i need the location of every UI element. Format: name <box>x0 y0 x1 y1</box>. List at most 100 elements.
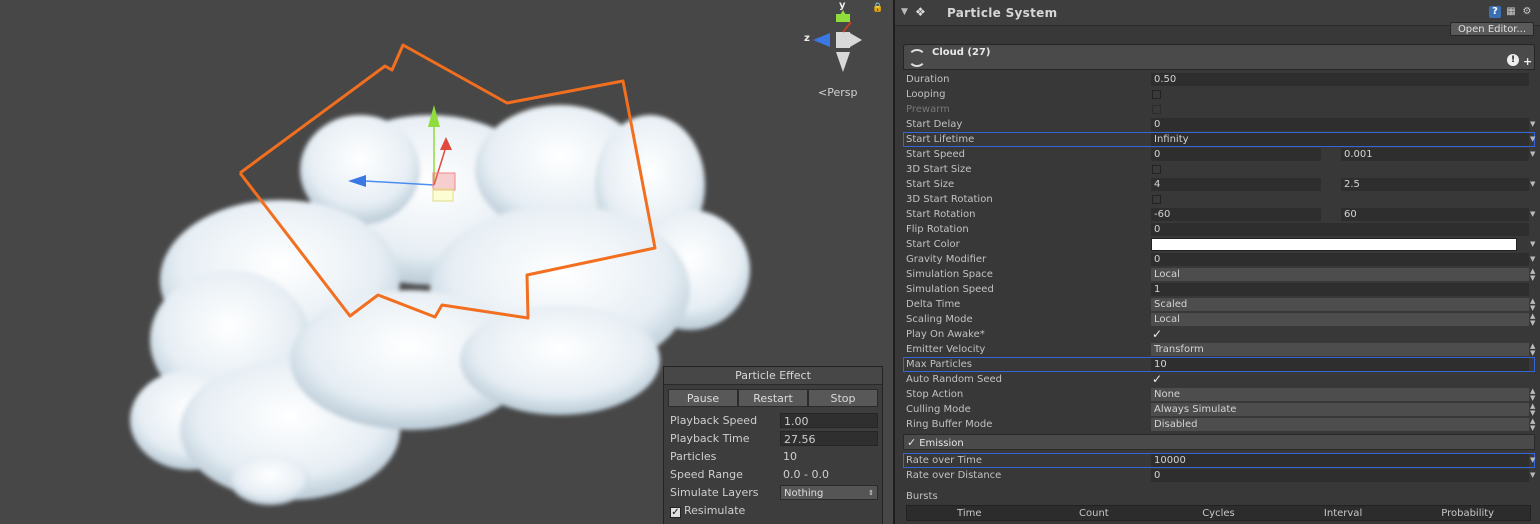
prop-label: Scaling Mode <box>906 314 973 325</box>
prop-prewarm: Prewarm <box>903 102 1535 117</box>
prop-label: Stop Action <box>906 389 964 400</box>
emitter-velocity-dropdown[interactable]: Transform <box>1151 343 1529 356</box>
prop-emitter-velocity: Emitter Velocity Transform ▲ ▼ <box>903 342 1535 357</box>
prop-3d-start-size: 3D Start Size <box>903 162 1535 177</box>
start-size-min-field[interactable]: 4 <box>1151 178 1321 191</box>
simulate-layers-dropdown[interactable]: Nothing ⇕ <box>780 485 878 500</box>
speed-range-label: Speed Range <box>670 468 743 481</box>
delta-time-dropdown[interactable]: Scaled <box>1151 298 1529 311</box>
3d-start-size-checkbox[interactable] <box>1152 165 1161 174</box>
warning-icon[interactable]: ! <box>1507 54 1519 66</box>
prop-looping: Looping <box>903 87 1535 102</box>
updown-icon: ▲ ▼ <box>1530 402 1536 417</box>
ring-buffer-mode-dropdown[interactable]: Disabled <box>1151 418 1529 431</box>
curve-mode-arrow-icon[interactable]: ▼ <box>1530 177 1535 192</box>
auto-random-seed-checkbox[interactable]: ✓ <box>1152 372 1162 387</box>
scaling-mode-dropdown[interactable]: Local <box>1151 313 1529 326</box>
prop-label: Looping <box>906 89 946 100</box>
prop-play-on-awake: Play On Awake* ✓ <box>903 327 1535 342</box>
prop-scaling-mode: Scaling Mode Local ▲ ▼ <box>903 312 1535 327</box>
emission-enabled-checkbox[interactable]: ✓ <box>907 436 916 449</box>
particles-value: 10 <box>783 450 797 463</box>
playback-speed-label: Playback Speed <box>670 414 758 427</box>
3d-start-rotation-checkbox[interactable] <box>1152 195 1161 204</box>
prop-start-lifetime: Start Lifetime Infinity ▼ <box>903 132 1535 147</box>
curve-mode-arrow-icon[interactable]: ▼ <box>1530 117 1535 132</box>
playback-time-label: Playback Time <box>670 432 750 445</box>
component-header[interactable]: ▼ ❖ Particle System ? ▦ ⚙ <box>895 0 1540 26</box>
perspective-toggle[interactable]: <Persp <box>818 86 857 99</box>
stop-action-dropdown[interactable]: None <box>1151 388 1529 401</box>
help-icon[interactable]: ? <box>1489 6 1501 18</box>
prewarm-checkbox <box>1152 105 1161 114</box>
open-editor-button[interactable]: Open Editor... <box>1450 22 1534 36</box>
gravity-modifier-field[interactable]: 0 <box>1151 253 1529 266</box>
playback-time-field[interactable]: 27.56 <box>780 431 878 446</box>
simulation-space-dropdown[interactable]: Local <box>1151 268 1529 281</box>
scene-view[interactable]: 🔒 y z <Persp Particle Effect Pause Resta… <box>0 0 893 524</box>
prop-label: Start Size <box>906 179 955 190</box>
max-particles-field[interactable]: 10 <box>1151 358 1529 371</box>
foldout-arrow-icon[interactable]: ▼ <box>901 7 908 17</box>
start-speed-min-field[interactable]: 0 <box>1151 148 1321 161</box>
duration-field[interactable]: 0.50 <box>1151 73 1529 86</box>
prop-label: Flip Rotation <box>906 224 969 235</box>
rate-over-time-field[interactable]: 10000 <box>1151 454 1529 467</box>
updown-icon: ▲ ▼ <box>1530 312 1536 327</box>
prop-culling-mode: Culling Mode Always Simulate ▲ ▼ <box>903 402 1535 417</box>
bursts-col-probability: Probability <box>1441 508 1495 519</box>
simulation-speed-field[interactable]: 1 <box>1151 283 1529 296</box>
looping-checkbox[interactable] <box>1152 90 1161 99</box>
preset-icon[interactable]: ▦ <box>1505 6 1517 18</box>
curve-mode-arrow-icon[interactable]: ▼ <box>1530 453 1535 468</box>
stop-button[interactable]: Stop <box>808 389 878 407</box>
updown-icon: ▲ ▼ <box>1530 297 1536 312</box>
prop-stop-action: Stop Action None ▲ ▼ <box>903 387 1535 402</box>
prop-label: Delta Time <box>906 299 961 310</box>
persp-label: Persp <box>827 86 858 99</box>
pause-button[interactable]: Pause <box>668 389 738 407</box>
curve-mode-arrow-icon[interactable]: ▼ <box>1530 468 1535 483</box>
gear-icon[interactable]: ⚙ <box>1521 6 1533 18</box>
start-rotation-max-field[interactable]: 60 <box>1341 208 1529 221</box>
lock-icon[interactable]: 🔒 <box>872 3 883 13</box>
start-lifetime-field[interactable]: Infinity <box>1151 133 1529 146</box>
bursts-col-time: Time <box>957 508 982 519</box>
scene-gizmo-icon[interactable] <box>813 10 862 72</box>
updown-icon: ▲ ▼ <box>1530 267 1536 282</box>
start-size-max-field[interactable]: 2.5 <box>1341 178 1529 191</box>
play-on-awake-checkbox[interactable]: ✓ <box>1152 327 1162 342</box>
flip-rotation-field[interactable]: 0 <box>1151 223 1529 236</box>
curve-mode-arrow-icon[interactable]: ▼ <box>1530 147 1535 162</box>
prop-simulation-speed: Simulation Speed 1 <box>903 282 1535 297</box>
system-header[interactable]: Cloud (27) ! + <box>903 44 1535 70</box>
resimulate-row[interactable]: ✓ Resimulate <box>670 503 880 519</box>
curve-mode-arrow-icon[interactable]: ▼ <box>1530 252 1535 267</box>
culling-mode-dropdown[interactable]: Always Simulate <box>1151 403 1529 416</box>
curve-mode-arrow-icon[interactable]: ▼ <box>1530 237 1535 252</box>
prop-start-color: Start Color ▼ <box>903 237 1535 252</box>
prop-duration: Duration 0.50 <box>903 72 1535 87</box>
start-speed-max-field[interactable]: 0.001 <box>1341 148 1529 161</box>
prop-label: Prewarm <box>906 104 950 115</box>
start-color-swatch[interactable] <box>1151 238 1517 251</box>
start-rotation-min-field[interactable]: -60 <box>1151 208 1321 221</box>
restart-button[interactable]: Restart <box>738 389 808 407</box>
prop-label: Gravity Modifier <box>906 254 987 265</box>
add-icon[interactable]: + <box>1523 55 1532 68</box>
curve-mode-arrow-icon[interactable]: ▼ <box>1530 132 1535 147</box>
rate-over-distance-field[interactable]: 0 <box>1151 469 1529 482</box>
prop-label: Rate over Distance <box>906 470 1002 481</box>
gizmo-y-label: y <box>839 0 846 11</box>
updown-icon: ▲ ▼ <box>1530 342 1536 357</box>
prop-flip-rotation: Flip Rotation 0 <box>903 222 1535 237</box>
playback-speed-field[interactable]: 1.00 <box>780 413 878 428</box>
particle-effect-title: Particle Effect <box>664 367 882 385</box>
particle-effect-panel: Particle Effect Pause Restart Stop Playb… <box>663 366 883 524</box>
prop-label: Simulation Space <box>906 269 993 280</box>
resimulate-checkbox[interactable]: ✓ <box>670 507 681 518</box>
curve-mode-arrow-icon[interactable]: ▼ <box>1530 207 1535 222</box>
emission-section-header[interactable]: ✓ Emission <box>903 434 1535 450</box>
prop-rate-over-distance: Rate over Distance 0 ▼ <box>903 468 1535 483</box>
start-delay-field[interactable]: 0 <box>1151 118 1529 131</box>
